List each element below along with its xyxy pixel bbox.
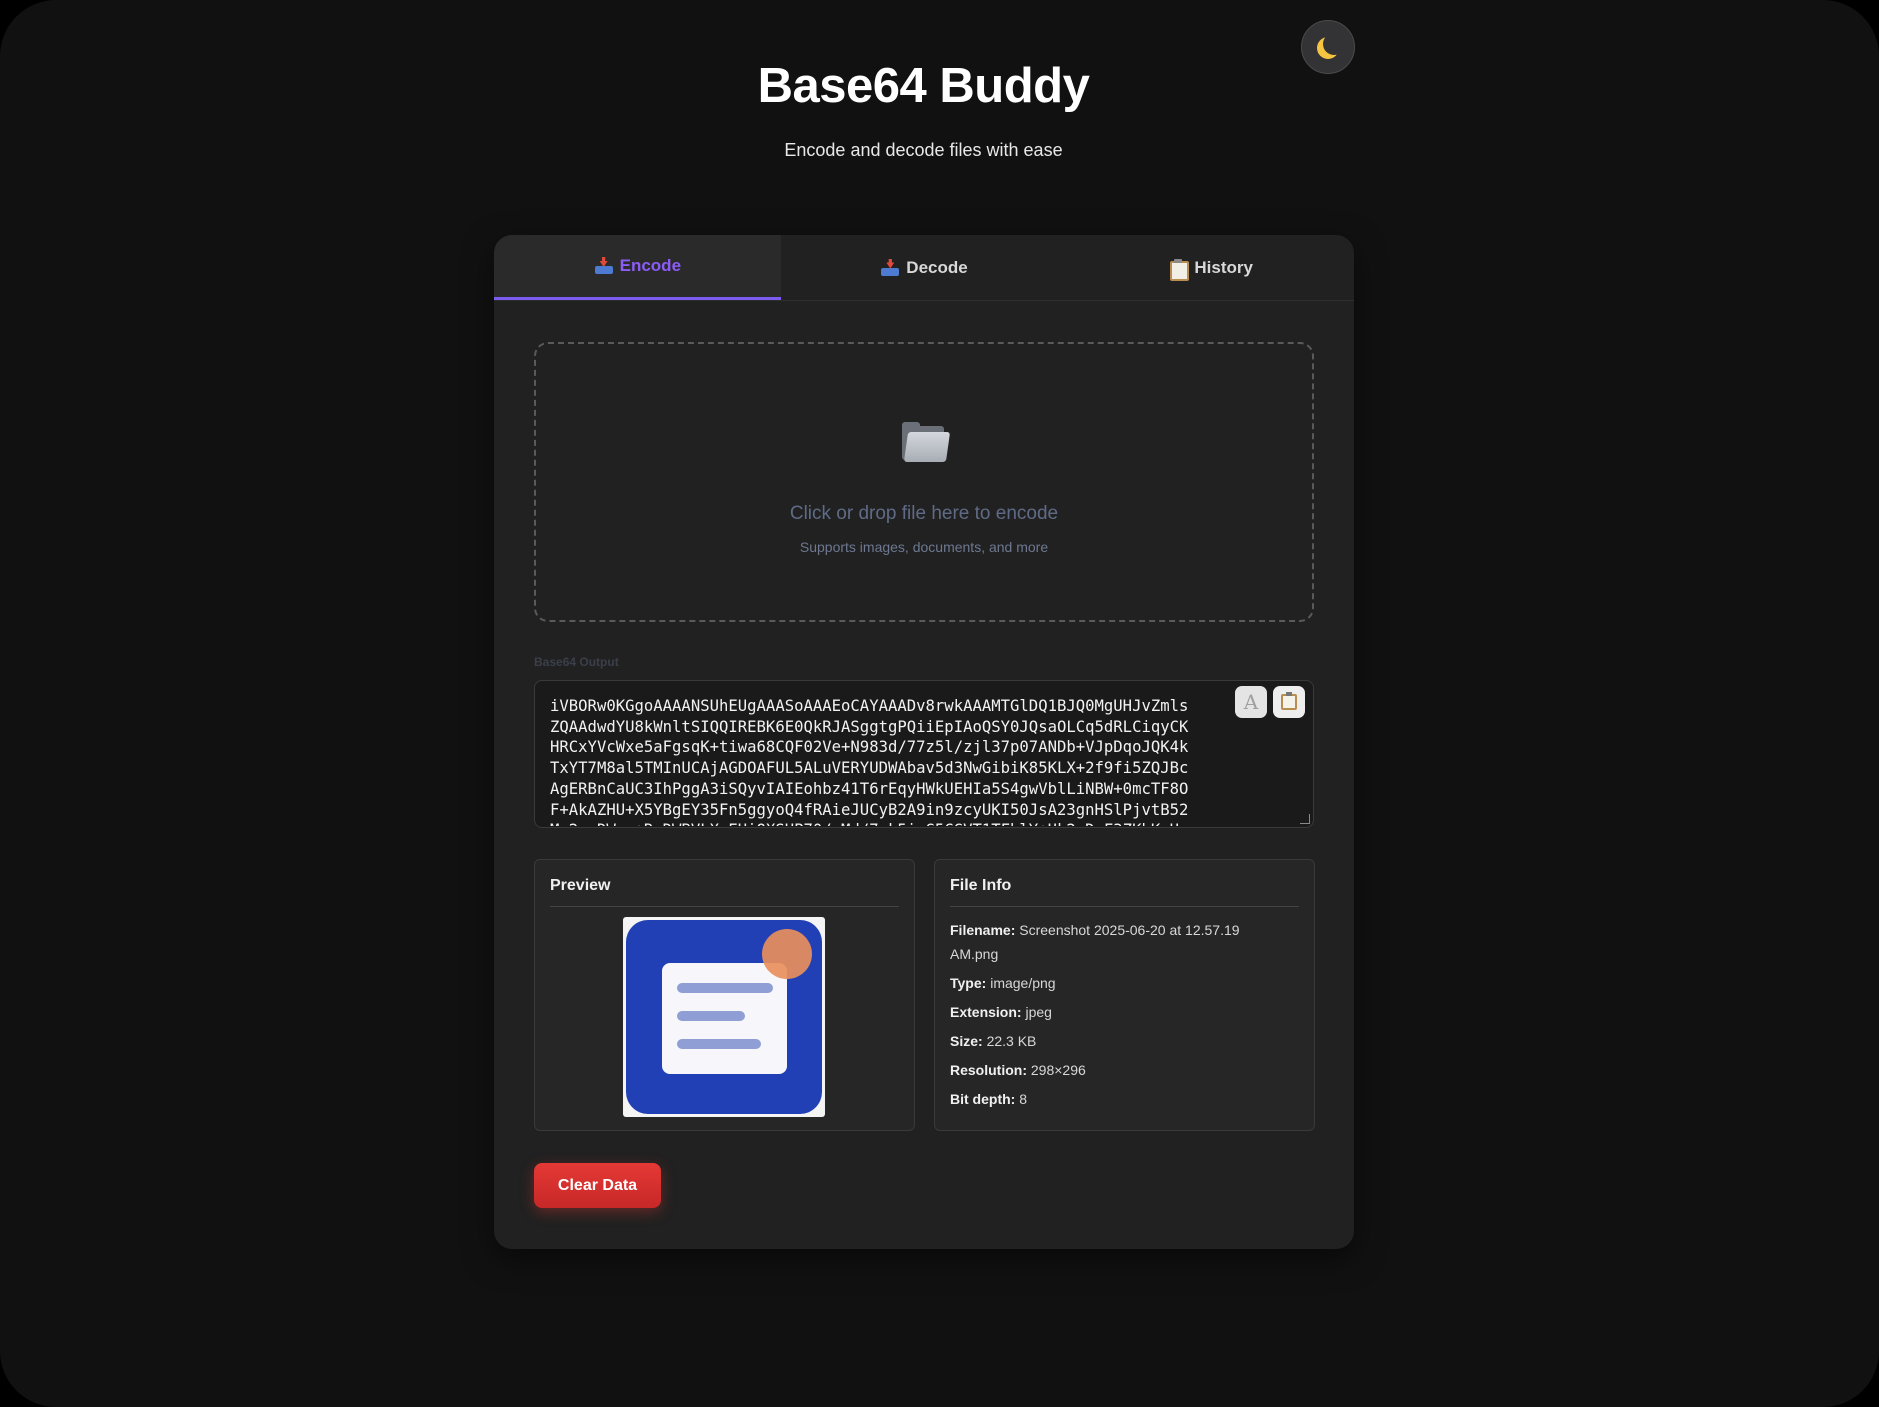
clear-data-button[interactable]: Clear Data [534,1163,661,1208]
info-bit-depth: Bit depth: 8 [950,1091,1028,1107]
app-window: Base64 Buddy Encode and decode files wit… [0,0,1879,1407]
page-title: Base64 Buddy [757,59,1090,113]
info-resolution: Resolution: 298×296 [950,1062,1086,1078]
tab-history[interactable]: History [1067,235,1354,300]
file-info-title: File Info [950,877,1012,894]
preview-title: Preview [550,877,611,894]
info-type: Type: image/png [950,975,1056,991]
inbox-tray-icon [594,257,614,275]
font-size-icon: A [1243,690,1259,714]
copy-button[interactable] [1273,686,1305,718]
dropzone-title: Click or drop file here to encode [789,503,1059,524]
folder-icon [902,422,951,462]
file-info-list: Filename: Screenshot 2025-06-20 at 12.57… [950,918,1290,1116]
inbox-tray-icon [880,259,900,277]
base64-output-text[interactable]: iVBORw0KGgoAAAANSUhEUgAAASoAAAEoCAYAAADv… [550,696,1300,826]
font-size-button[interactable]: A [1235,686,1267,718]
file-info-panel: File Info Filename: Screenshot 2025-06-2… [934,859,1315,1131]
divider [950,906,1299,907]
file-dropzone[interactable]: Click or drop file here to encode Suppor… [534,342,1314,622]
tab-bar: Encode Decode History [494,235,1354,301]
page-subtitle: Encode and decode files with ease [784,140,1063,160]
base64-output-textarea[interactable]: iVBORw0KGgoAAAANSUhEUgAAASoAAAEoCAYAAADv… [534,680,1314,828]
tab-decode[interactable]: Decode [781,235,1068,300]
output-label: Base64 Output [534,655,619,669]
tab-label: History [1194,257,1253,277]
preview-image [623,917,825,1117]
resize-handle[interactable] [1300,814,1310,824]
tab-encode[interactable]: Encode [494,235,781,300]
tab-label: Decode [906,257,968,277]
dropzone-subtitle: Supports images, documents, and more [799,539,1049,555]
tab-label: Encode [619,256,682,275]
moon-icon [1323,33,1345,55]
divider [550,906,899,907]
info-filename: Filename: Screenshot 2025-06-20 at 12.57… [950,922,1240,962]
main-card: Encode Decode History Click or drop file… [494,235,1354,1249]
info-extension: Extension: jpeg [950,1004,1052,1020]
info-size: Size: 22.3 KB [950,1033,1037,1049]
clipboard-icon [1168,258,1190,281]
clipboard-icon [1281,692,1297,710]
preview-panel: Preview [534,859,915,1131]
